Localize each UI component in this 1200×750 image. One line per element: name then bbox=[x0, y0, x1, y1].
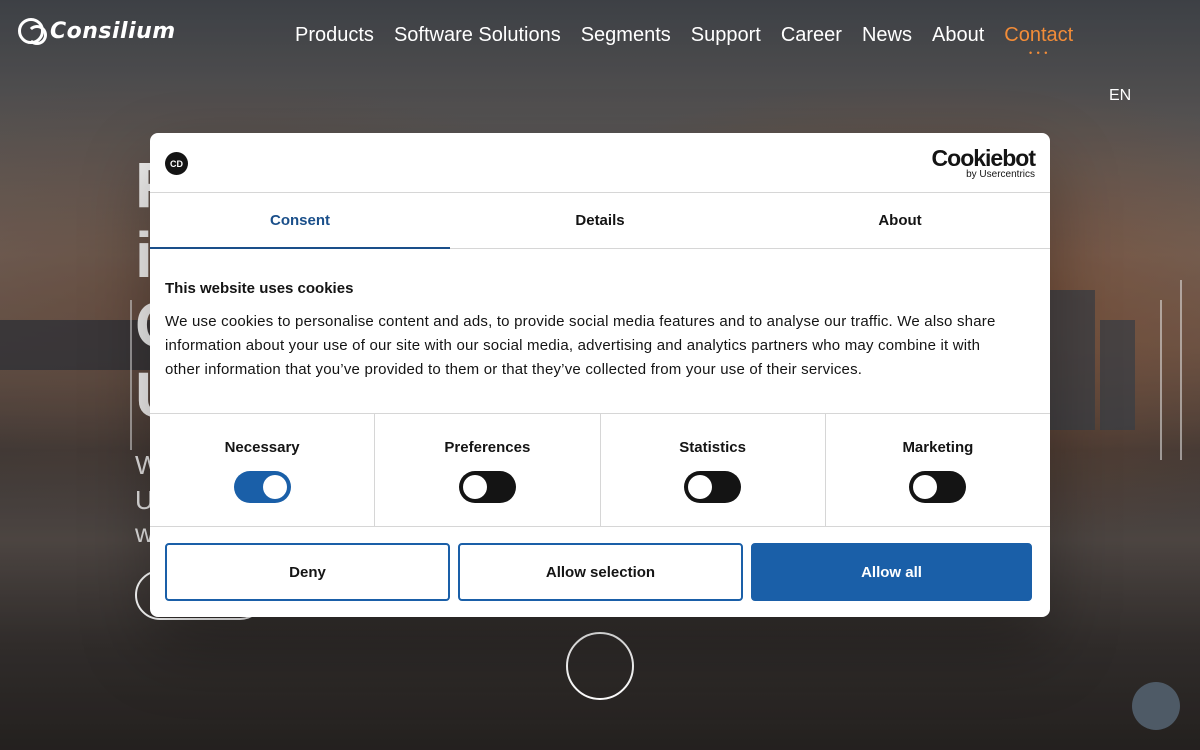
description-line: information about your use of our site w… bbox=[165, 337, 981, 354]
category-necessary: Necessary bbox=[150, 414, 376, 526]
description-line: other information that you’ve provided t… bbox=[165, 361, 863, 378]
nav-item-about[interactable]: About bbox=[932, 24, 984, 47]
site-logo[interactable]: Consilium bbox=[18, 18, 176, 45]
category-preferences: Preferences bbox=[375, 414, 601, 526]
building bbox=[1100, 320, 1135, 430]
dialog-actions: Deny Allow selection Allow all bbox=[150, 527, 1050, 617]
nav-item-career[interactable]: Career bbox=[781, 24, 842, 47]
deny-button[interactable]: Deny bbox=[165, 543, 450, 601]
category-label: Statistics bbox=[679, 439, 746, 456]
logo-text: Consilium bbox=[50, 18, 176, 44]
dialog-body: This website uses cookies We use cookies… bbox=[150, 249, 1050, 414]
toggle-knob bbox=[262, 475, 287, 499]
sail-mast bbox=[1160, 300, 1162, 460]
sail-mast bbox=[130, 300, 132, 450]
tab-consent[interactable]: Consent bbox=[150, 193, 450, 249]
nav-item-segments[interactable]: Segments bbox=[581, 24, 671, 47]
nav-item-support[interactable]: Support bbox=[691, 24, 761, 47]
pier-roof bbox=[0, 320, 150, 370]
building bbox=[1050, 290, 1095, 430]
tab-about[interactable]: About bbox=[750, 193, 1050, 248]
nav-item-news[interactable]: News bbox=[862, 24, 912, 47]
nav-item-products[interactable]: Products bbox=[295, 24, 374, 47]
cookiebot-badge-icon[interactable]: CD bbox=[165, 152, 188, 175]
necessary-toggle[interactable] bbox=[233, 471, 291, 503]
allow-selection-button[interactable]: Allow selection bbox=[458, 543, 743, 601]
preferences-toggle[interactable] bbox=[458, 471, 516, 503]
dialog-header: CD Cookiebot by Usercentrics bbox=[150, 133, 1050, 193]
nav-item-contact[interactable]: Contact bbox=[1004, 24, 1073, 47]
cookie-consent-dialog: CD Cookiebot by Usercentrics Consent Det… bbox=[150, 133, 1050, 617]
brand-name: Cookiebot bbox=[931, 145, 1036, 171]
statistics-toggle[interactable] bbox=[684, 471, 742, 503]
consilium-logo-icon bbox=[18, 18, 47, 45]
cookie-categories: Necessary Preferences Statistics Marketi… bbox=[150, 414, 1050, 527]
marketing-toggle[interactable] bbox=[909, 471, 967, 503]
tab-details[interactable]: Details bbox=[450, 193, 750, 248]
category-label: Necessary bbox=[224, 439, 300, 456]
scroll-down-button[interactable] bbox=[566, 632, 634, 700]
chat-button[interactable] bbox=[1132, 682, 1180, 730]
category-statistics: Statistics bbox=[601, 414, 826, 526]
dialog-title: This website uses cookies bbox=[165, 280, 354, 297]
description-line: We use cookies to personalise content an… bbox=[165, 313, 996, 330]
cookiebot-brand-logo[interactable]: Cookiebot by Usercentrics bbox=[931, 145, 1036, 181]
category-marketing: Marketing bbox=[826, 414, 1050, 526]
toggle-knob bbox=[913, 475, 938, 499]
sail-mast bbox=[1180, 280, 1182, 460]
site-header: Consilium Products Software Solutions Se… bbox=[0, 0, 1200, 104]
category-label: Marketing bbox=[902, 439, 974, 456]
toggle-knob bbox=[462, 475, 487, 499]
language-switcher[interactable]: EN bbox=[1109, 87, 1131, 105]
dialog-description: We use cookies to personalise content an… bbox=[165, 310, 1035, 382]
main-nav: Products Software Solutions Segments Sup… bbox=[295, 24, 1073, 47]
dialog-tabs: Consent Details About bbox=[150, 193, 1050, 249]
toggle-knob bbox=[688, 475, 713, 499]
allow-all-button[interactable]: Allow all bbox=[751, 543, 1032, 601]
nav-item-software-solutions[interactable]: Software Solutions bbox=[394, 24, 561, 47]
category-label: Preferences bbox=[444, 439, 531, 456]
